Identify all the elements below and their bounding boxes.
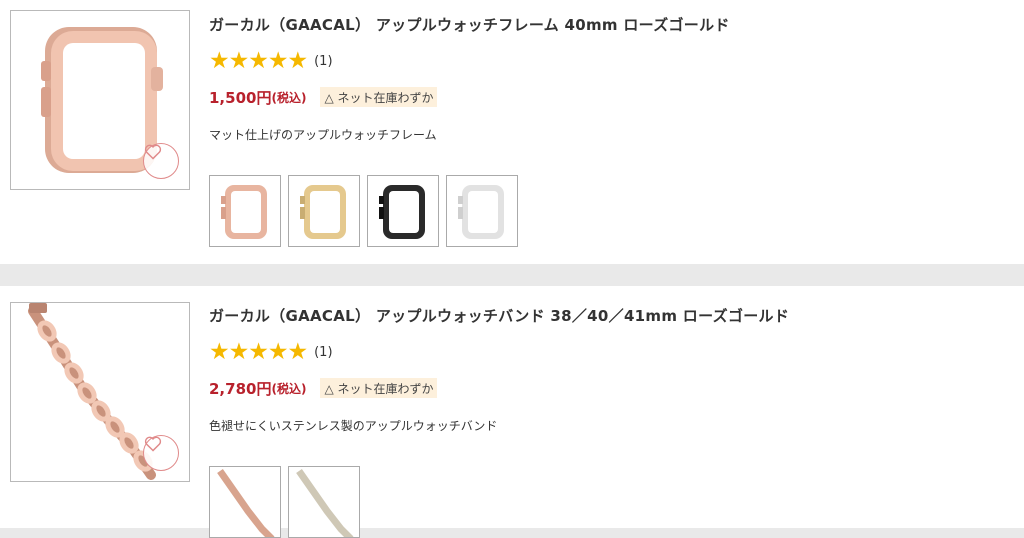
variant-rose-gold[interactable]: [209, 175, 281, 247]
review-count[interactable]: (1): [314, 54, 332, 69]
price: 1,500円: [209, 88, 272, 107]
tax-note: (税込): [271, 90, 307, 105]
stock-badge: △ ネット在庫わずか: [320, 87, 438, 107]
favorite-button[interactable]: [143, 143, 179, 179]
star-rating: ★★★★★: [209, 338, 308, 365]
review-count[interactable]: (1): [314, 345, 332, 360]
favorite-button[interactable]: [143, 435, 179, 471]
price-row: 2,780円 (税込) △ ネット在庫わずか: [209, 377, 438, 399]
stock-badge: △ ネット在庫わずか: [320, 378, 438, 398]
product-card: ガーカル（GAACAL） アップルウォッチフレーム 40mm ローズゴールド ★…: [0, 0, 1024, 264]
watch-frame-thumb: [458, 185, 504, 239]
product-card: ガーカル（GAACAL） アップルウォッチバンド 38／40／41mm ローズゴ…: [0, 286, 1024, 538]
watch-band-thumb: [217, 468, 275, 537]
star-rating: ★★★★★: [209, 47, 308, 74]
heart-icon: [144, 436, 162, 452]
variant-gold[interactable]: [288, 175, 360, 247]
variant-list: [209, 175, 525, 247]
product-description: マット仕上げのアップルウォッチフレーム: [209, 128, 437, 142]
tax-note: (税込): [271, 381, 307, 396]
rating: ★★★★★ (1): [209, 49, 333, 73]
product-description: 色褪せにくいステンレス製のアップルウォッチバンド: [209, 419, 498, 433]
product-title[interactable]: ガーカル（GAACAL） アップルウォッチバンド 38／40／41mm ローズゴ…: [209, 305, 789, 326]
rating: ★★★★★ (1): [209, 340, 333, 364]
product-image[interactable]: [10, 302, 190, 482]
watch-frame-thumb: [221, 185, 267, 239]
product-title[interactable]: ガーカル（GAACAL） アップルウォッチフレーム 40mm ローズゴールド: [209, 14, 730, 35]
product-image[interactable]: [10, 10, 190, 190]
watch-frame-thumb: [300, 185, 346, 239]
heart-icon: [144, 144, 162, 160]
variant-silver[interactable]: [288, 466, 360, 538]
variant-silver[interactable]: [446, 175, 518, 247]
variant-black[interactable]: [367, 175, 439, 247]
price-row: 1,500円 (税込) △ ネット在庫わずか: [209, 86, 438, 108]
variant-list: [209, 466, 367, 538]
variant-rose-gold[interactable]: [209, 466, 281, 538]
watch-frame-thumb: [379, 185, 425, 239]
price: 2,780円: [209, 379, 272, 398]
watch-band-thumb: [296, 468, 354, 537]
